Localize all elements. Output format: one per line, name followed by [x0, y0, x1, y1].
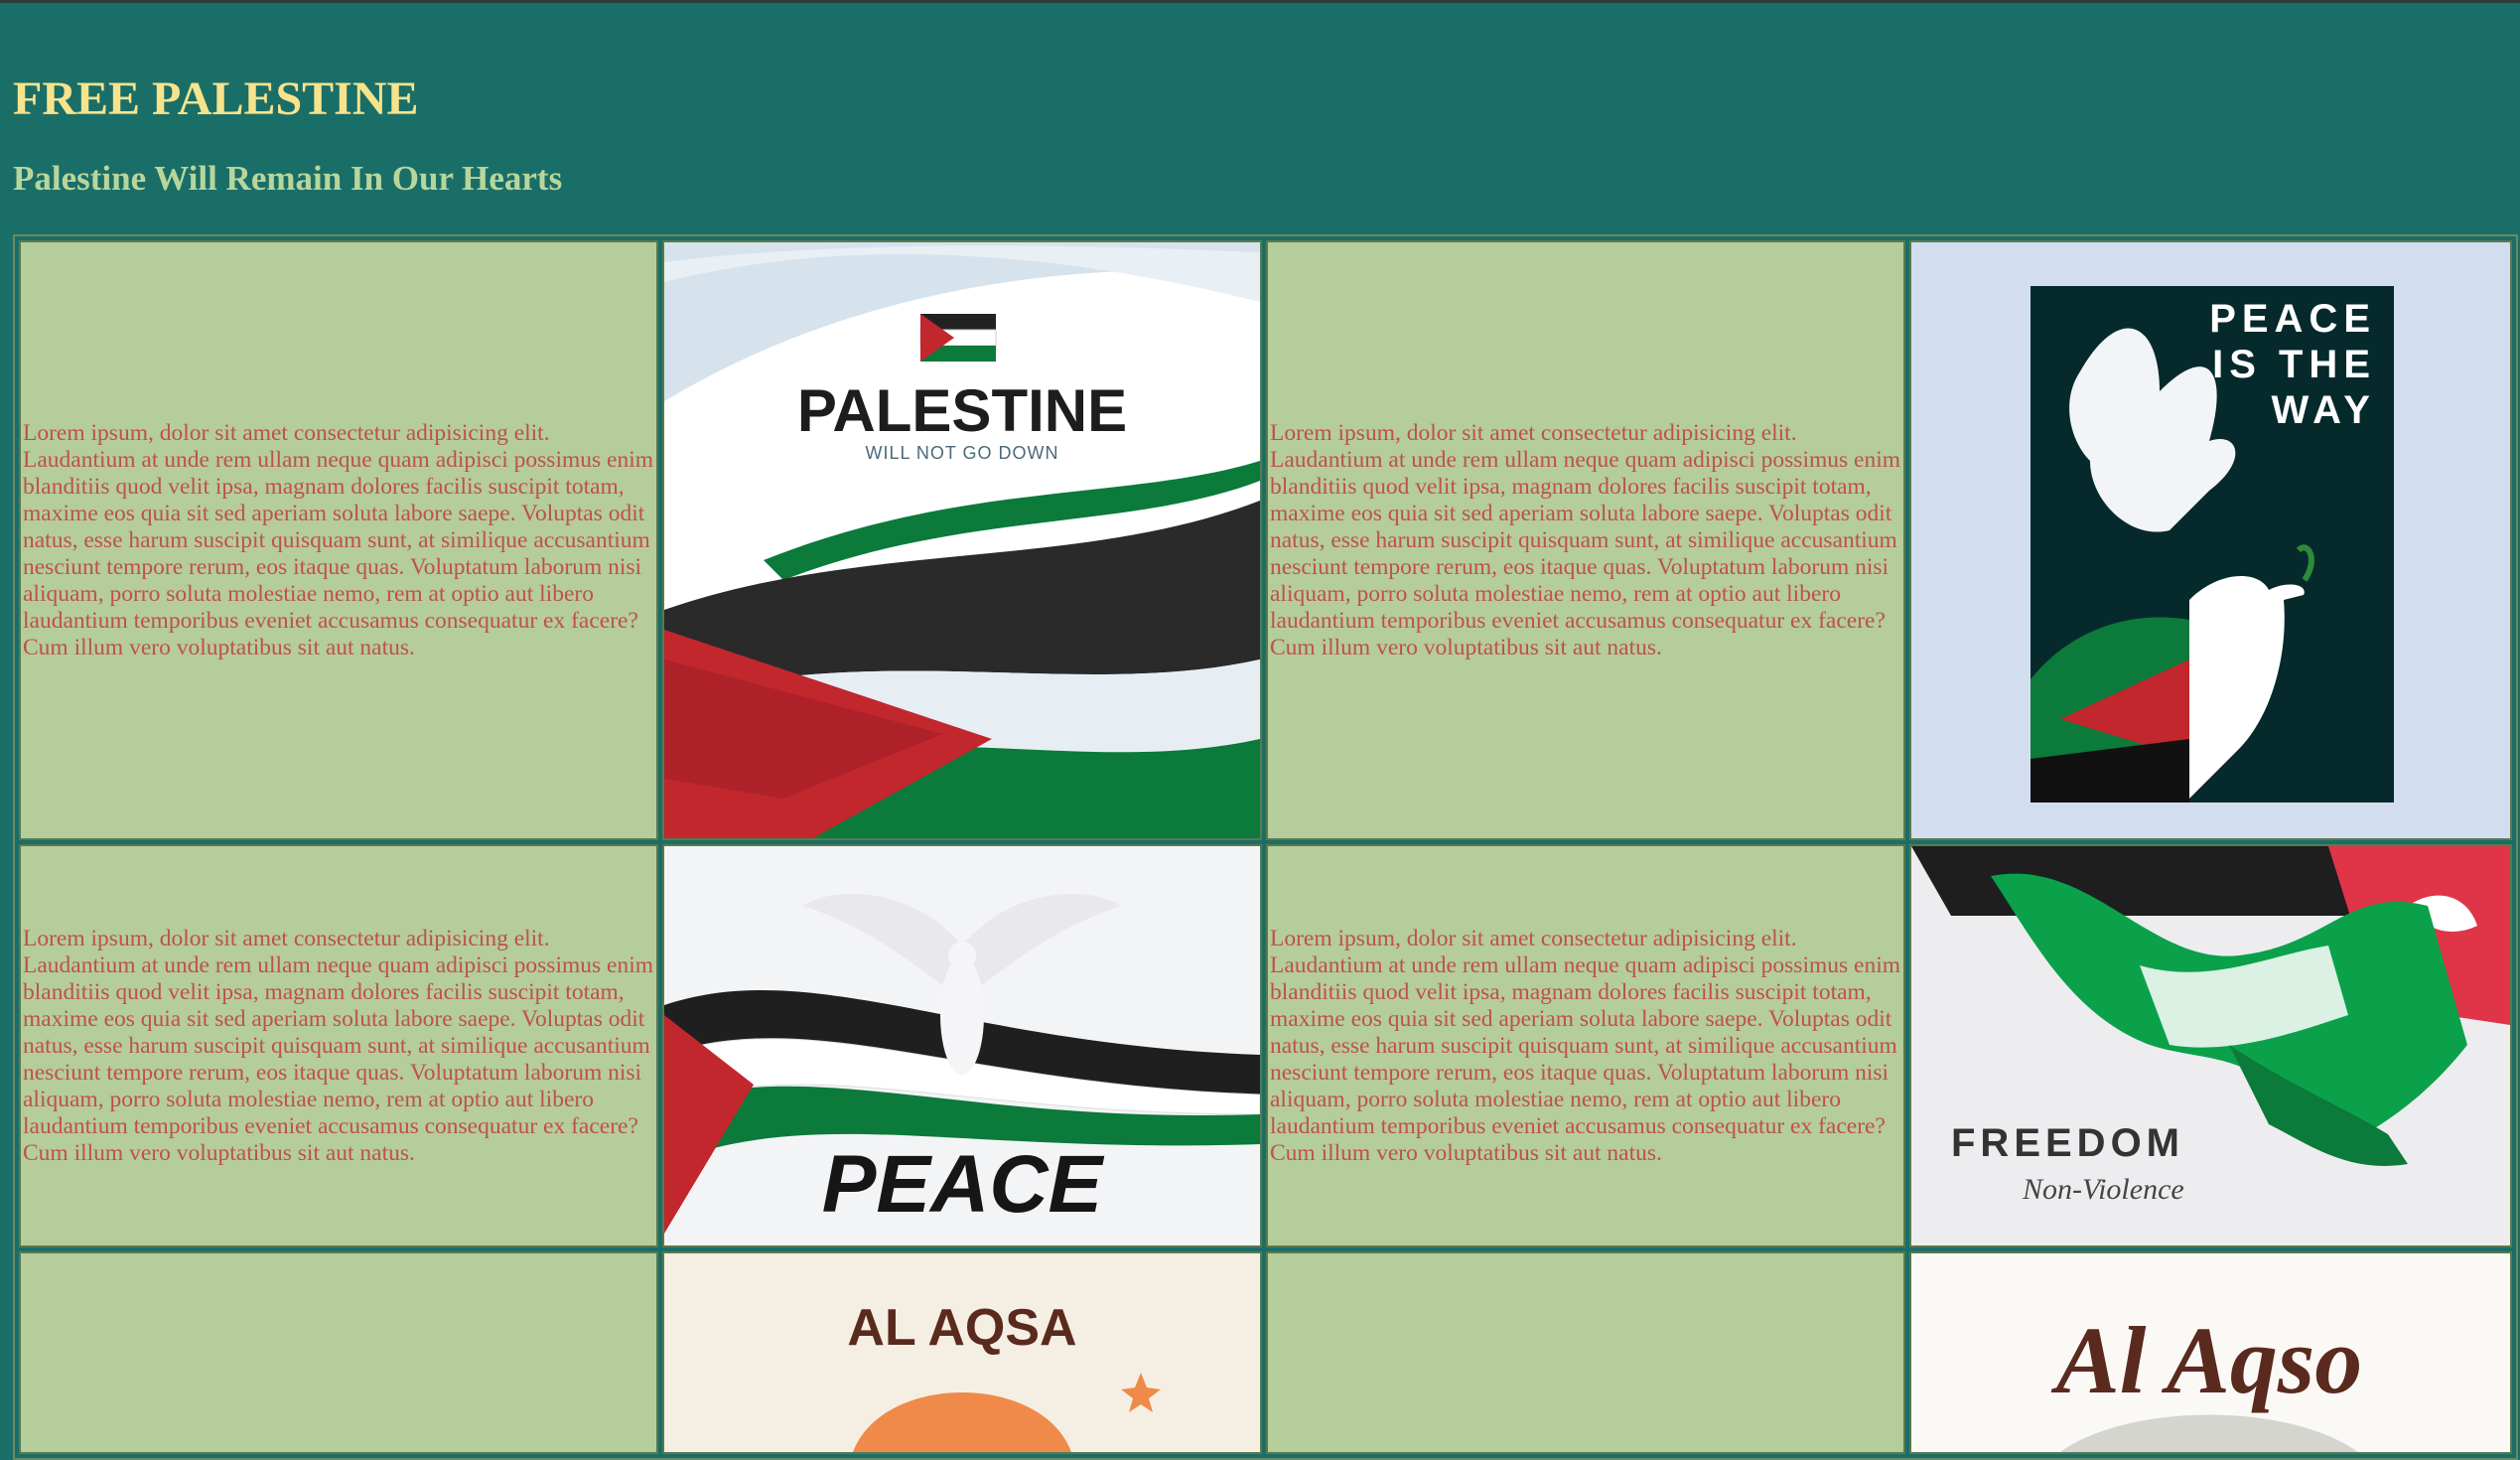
al-aqso-poster-image: Al Aqso	[1911, 1253, 2510, 1452]
poster-line3: WAY	[2272, 388, 2376, 432]
freedom-poster-image: FREEDOM Non-Violence	[1911, 846, 2510, 1245]
text-cell: Lorem ipsum, dolor sit amet consectetur …	[1266, 240, 1905, 840]
peace-is-the-way-poster: PEACE IS THE WAY	[1909, 240, 2512, 840]
peace-is-the-way-image: PEACE IS THE WAY	[1911, 242, 2510, 838]
page-subtitle: Palestine Will Remain In Our Hearts	[13, 159, 563, 198]
freedom-poster: FREEDOM Non-Violence	[1909, 844, 2512, 1247]
grid-row: Lorem ipsum, dolor sit amet consectetur …	[19, 844, 2512, 1247]
peace-poster: PEACE	[662, 844, 1262, 1247]
content-grid: Lorem ipsum, dolor sit amet consectetur …	[13, 234, 2518, 1460]
text-cell	[19, 1251, 658, 1454]
palestine-poster: PALESTINE WILL NOT GO DOWN	[662, 240, 1262, 840]
palestine-poster-image: PALESTINE WILL NOT GO DOWN	[664, 242, 1260, 838]
grid-row: AL AQSA Al Aqso	[19, 1251, 2512, 1454]
poster-tagline: WILL NOT GO DOWN	[865, 443, 1058, 463]
al-aqso-poster: Al Aqso	[1909, 1251, 2512, 1454]
poster-title: Al Aqso	[2051, 1307, 2363, 1413]
al-aqsa-poster-image: AL AQSA	[664, 1253, 1260, 1452]
grid-row: Lorem ipsum, dolor sit amet consectetur …	[19, 240, 2512, 840]
text-cell: Lorem ipsum, dolor sit amet consectetur …	[19, 844, 658, 1247]
lorem-paragraph: Lorem ipsum, dolor sit amet consectetur …	[23, 925, 654, 1166]
lorem-paragraph: Lorem ipsum, dolor sit amet consectetur …	[23, 419, 654, 660]
poster-title: FREEDOM	[1951, 1121, 2184, 1165]
poster-title: PALESTINE	[797, 377, 1127, 444]
poster-line1: PEACE	[2209, 297, 2376, 341]
text-cell	[1266, 1251, 1905, 1454]
text-cell: Lorem ipsum, dolor sit amet consectetur …	[1266, 844, 1905, 1247]
al-aqsa-poster: AL AQSA	[662, 1251, 1262, 1454]
peace-poster-image: PEACE	[664, 846, 1260, 1245]
poster-line2: IS THE	[2212, 343, 2376, 386]
poster-title: AL AQSA	[847, 1299, 1076, 1357]
lorem-paragraph: Lorem ipsum, dolor sit amet consectetur …	[1270, 925, 1901, 1166]
lorem-paragraph: Lorem ipsum, dolor sit amet consectetur …	[1270, 419, 1901, 660]
poster-tagline: Non-Violence	[2022, 1173, 2184, 1206]
page-title: FREE PALESTINE	[13, 73, 419, 125]
text-cell: Lorem ipsum, dolor sit amet consectetur …	[19, 240, 658, 840]
poster-title: PEACE	[822, 1139, 1105, 1230]
